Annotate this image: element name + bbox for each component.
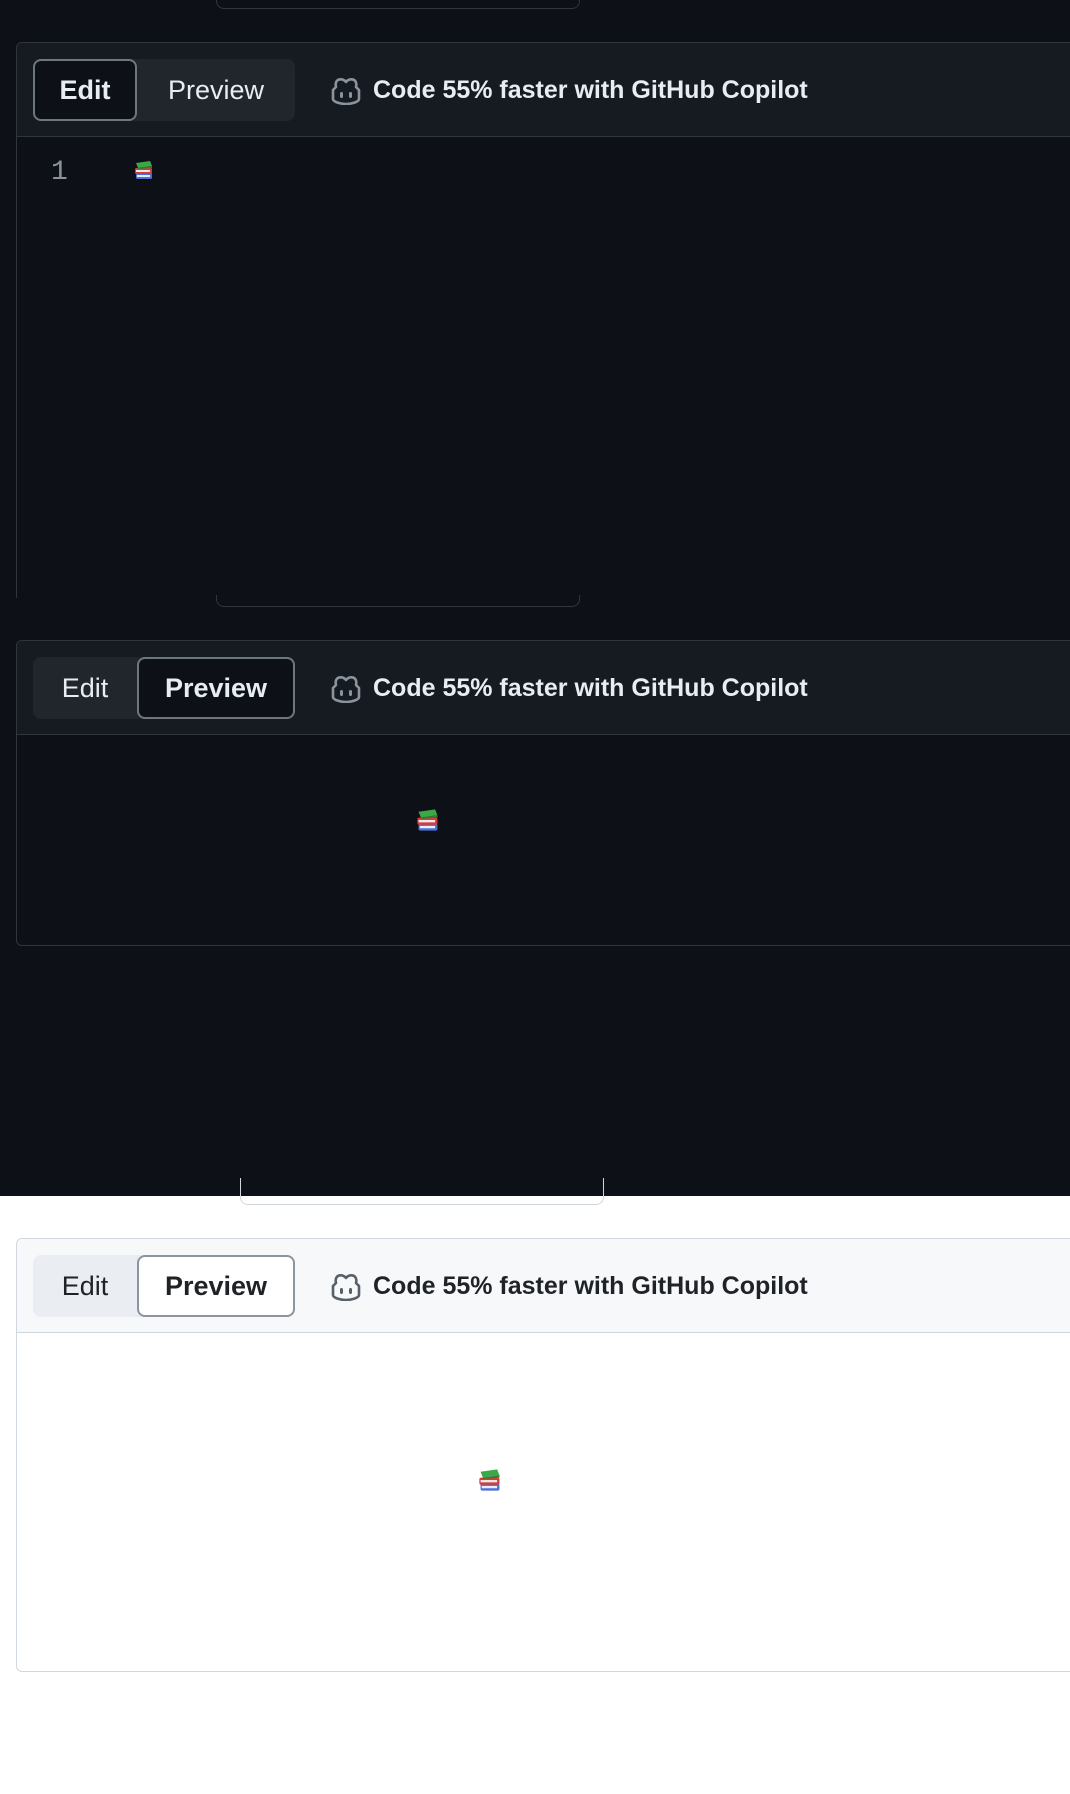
tab-preview[interactable]: Preview xyxy=(137,1255,295,1317)
preview-pane xyxy=(17,1333,1070,1671)
edit-preview-tabs: Edit Preview xyxy=(33,59,295,121)
line-number: 1 xyxy=(51,157,68,188)
copilot-promo-link[interactable]: Code 55% faster with GitHub Copilot xyxy=(329,59,808,121)
edit-preview-tabs: Edit Preview xyxy=(33,1255,295,1317)
top-clipped-field xyxy=(216,0,580,9)
file-editor-edit-mode: Edit Preview Code 55% faster with GitHub… xyxy=(16,42,1070,598)
tab-preview[interactable]: Preview xyxy=(137,59,295,121)
copilot-icon xyxy=(331,1273,361,1301)
editor-toolbar: Edit Preview Code 55% faster with GitHub… xyxy=(17,641,1070,735)
copilot-promo-text: Code 55% faster with GitHub Copilot xyxy=(373,75,808,104)
editor-toolbar: Edit Preview Code 55% faster with GitHub… xyxy=(17,1239,1070,1333)
file-editor-preview-dark: Edit Preview Code 55% faster with GitHub… xyxy=(16,640,1070,946)
copilot-icon xyxy=(331,675,361,703)
editor-toolbar: Edit Preview Code 55% faster with GitHub… xyxy=(17,43,1070,137)
bottom-clipped-field xyxy=(240,1178,604,1205)
tab-edit[interactable]: Edit xyxy=(33,1255,137,1317)
copilot-promo-text: Code 55% faster with GitHub Copilot xyxy=(373,673,808,702)
copilot-icon xyxy=(331,77,361,105)
preview-pane xyxy=(17,735,1070,945)
file-editor-preview-light: Edit Preview Code 55% faster with GitHub… xyxy=(16,1238,1070,1672)
edit-preview-tabs: Edit Preview xyxy=(33,657,295,719)
books-icon xyxy=(417,809,438,831)
copilot-promo-text: Code 55% faster with GitHub Copilot xyxy=(373,1271,808,1300)
tab-preview[interactable]: Preview xyxy=(137,657,295,719)
books-icon xyxy=(135,161,152,179)
code-editor[interactable]: 1 xyxy=(17,137,1070,595)
copilot-promo-link[interactable]: Code 55% faster with GitHub Copilot xyxy=(329,1255,808,1317)
tab-edit[interactable]: Edit xyxy=(33,59,137,121)
books-icon xyxy=(479,1469,500,1491)
copilot-promo-link[interactable]: Code 55% faster with GitHub Copilot xyxy=(329,657,808,719)
tab-edit[interactable]: Edit xyxy=(33,657,137,719)
